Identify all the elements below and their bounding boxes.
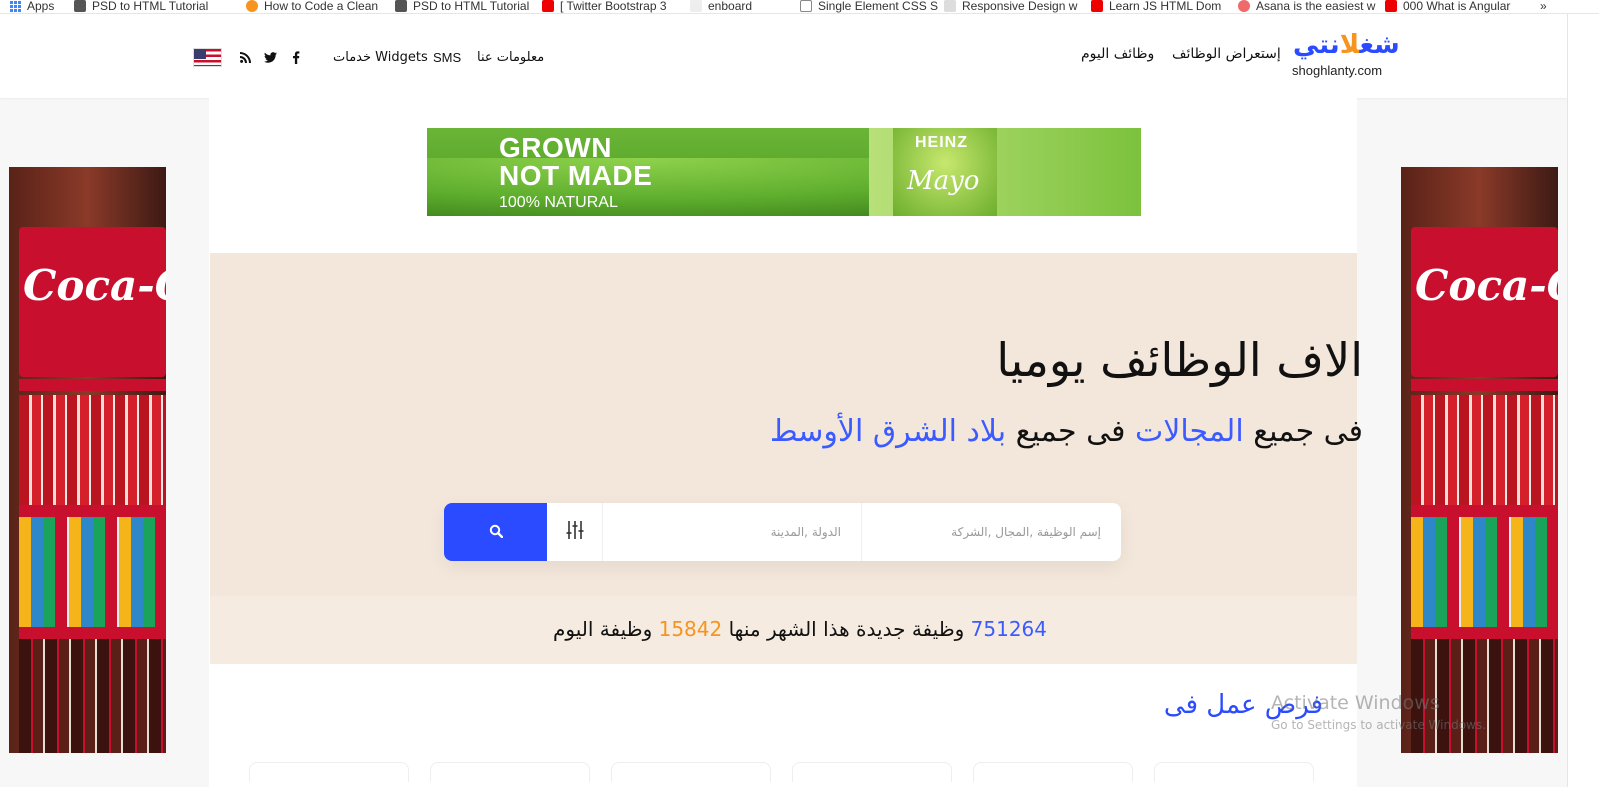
facebook-icon[interactable] [289, 50, 303, 64]
banner-tagline: 100% NATURAL [499, 194, 618, 211]
logo-domain: shoghlanty.com [1292, 63, 1383, 78]
logo-text-accent: لا [1339, 30, 1360, 60]
us-flag-icon[interactable] [193, 48, 222, 67]
ad-brand-text: Coca-Cola [23, 261, 166, 310]
apps-icon [10, 0, 21, 12]
bookmark-item[interactable]: 000 What is Angular [1385, 0, 1510, 12]
today-jobs-count: 15842 [658, 617, 723, 641]
search-icon [489, 523, 503, 542]
bookmark-item[interactable]: [ Twitter Bootstrap 3 [542, 0, 667, 12]
country-card[interactable] [430, 762, 590, 782]
windows-activation-watermark: Activate Windows Go to Settings to activ… [1271, 692, 1486, 732]
site-logo[interactable]: شغلانتي [1293, 30, 1400, 60]
stats-text: وظيفة جديدة هذا الشهر منها [722, 617, 971, 641]
bookmark-favicon-icon [944, 0, 956, 12]
month-jobs-count: 751264 [970, 617, 1047, 641]
side-ad-left[interactable]: Coca-Cola [9, 167, 166, 753]
bookmark-item[interactable]: How to Code a Clean [246, 0, 378, 12]
keyword-input[interactable] [862, 503, 1121, 561]
bookmarks-bar: Apps PSD to HTML Tutorial How to Code a … [0, 0, 1599, 14]
bookmark-item[interactable]: enboard [690, 0, 752, 12]
bookmark-item[interactable]: Learn JS HTML Dom [1091, 0, 1221, 12]
country-card[interactable] [611, 762, 771, 782]
nav-today-jobs[interactable]: وظائف اليوم [1081, 46, 1154, 62]
bookmark-item[interactable]: PSD to HTML Tutorial [74, 0, 208, 12]
rss-icon[interactable] [238, 50, 252, 64]
page-icon [800, 0, 812, 12]
hero-subtitle-highlight: بلاد الشرق الأوسط [769, 414, 1007, 449]
banner-brand: HEINZ [915, 134, 968, 151]
hero-subtitle-highlight: المجالات [1134, 414, 1244, 449]
country-card[interactable] [1154, 762, 1314, 782]
bookmark-favicon-icon [690, 0, 702, 12]
youtube-icon [542, 0, 554, 12]
nav-about[interactable]: معلومات عنا [477, 50, 544, 65]
logo-text: نتي [1293, 30, 1340, 60]
ad-brand-text: Coca-Cola [1415, 261, 1558, 310]
jobs-stats: 751264 وظيفة جديدة هذا الشهر منها 15842 … [553, 617, 1047, 641]
location-field-wrap [603, 503, 862, 561]
bookmark-apps[interactable]: Apps [10, 0, 54, 12]
nav-widgets[interactable]: خدمات Widgets [333, 50, 428, 65]
bookmark-favicon-icon [395, 0, 407, 12]
logo-text: شغ [1359, 30, 1400, 60]
side-ad-right[interactable]: Coca-Cola [1401, 167, 1558, 753]
page-scrollbar[interactable] [1567, 14, 1599, 787]
nav-sms[interactable]: SMS [433, 50, 461, 65]
banner-headline: GROWN NOT MADE [499, 132, 653, 191]
twitter-icon[interactable] [263, 50, 277, 64]
nav-browse-jobs[interactable]: إستعراض الوظائف [1172, 46, 1281, 62]
country-card[interactable] [249, 762, 409, 782]
bookmark-item[interactable]: Single Element CSS S [800, 0, 938, 12]
stats-text: وظيفة اليوم [553, 617, 659, 641]
banner-ad[interactable]: GROWN NOT MADE 100% NATURAL HEINZ Mayo [427, 128, 1141, 216]
hero-subtitle-text: فى جميع [1243, 414, 1363, 449]
bookmark-favicon-icon [74, 0, 86, 12]
youtube-icon [1385, 0, 1397, 12]
bookmark-item[interactable]: Asana is the easiest w [1238, 0, 1375, 12]
hero-subtitle-text: فى جميع [1006, 414, 1135, 449]
filter-button[interactable] [547, 503, 603, 561]
asana-icon [1238, 0, 1250, 12]
banner-product: Mayo [907, 166, 980, 196]
country-card[interactable] [792, 762, 952, 782]
site-header: شغلانتي shoghlanty.com إستعراض الوظائف و… [0, 14, 1567, 98]
sliders-icon [566, 520, 584, 544]
hero-title: الاف الوظائف يوميا [996, 333, 1363, 387]
search-button[interactable] [444, 503, 547, 561]
bookmarks-overflow-button[interactable]: » [1540, 0, 1547, 12]
keyword-field-wrap [862, 503, 1121, 561]
bookmark-item[interactable]: PSD to HTML Tutorial [395, 0, 529, 12]
hero-subtitle: فى جميع المجالات فى جميع بلاد الشرق الأو… [770, 414, 1363, 449]
job-search-bar [444, 503, 1121, 561]
youtube-icon [1091, 0, 1103, 12]
bookmark-favicon-icon [246, 0, 258, 12]
bookmark-item[interactable]: Responsive Design w [944, 0, 1077, 12]
location-input[interactable] [603, 503, 861, 561]
country-card[interactable] [973, 762, 1133, 782]
